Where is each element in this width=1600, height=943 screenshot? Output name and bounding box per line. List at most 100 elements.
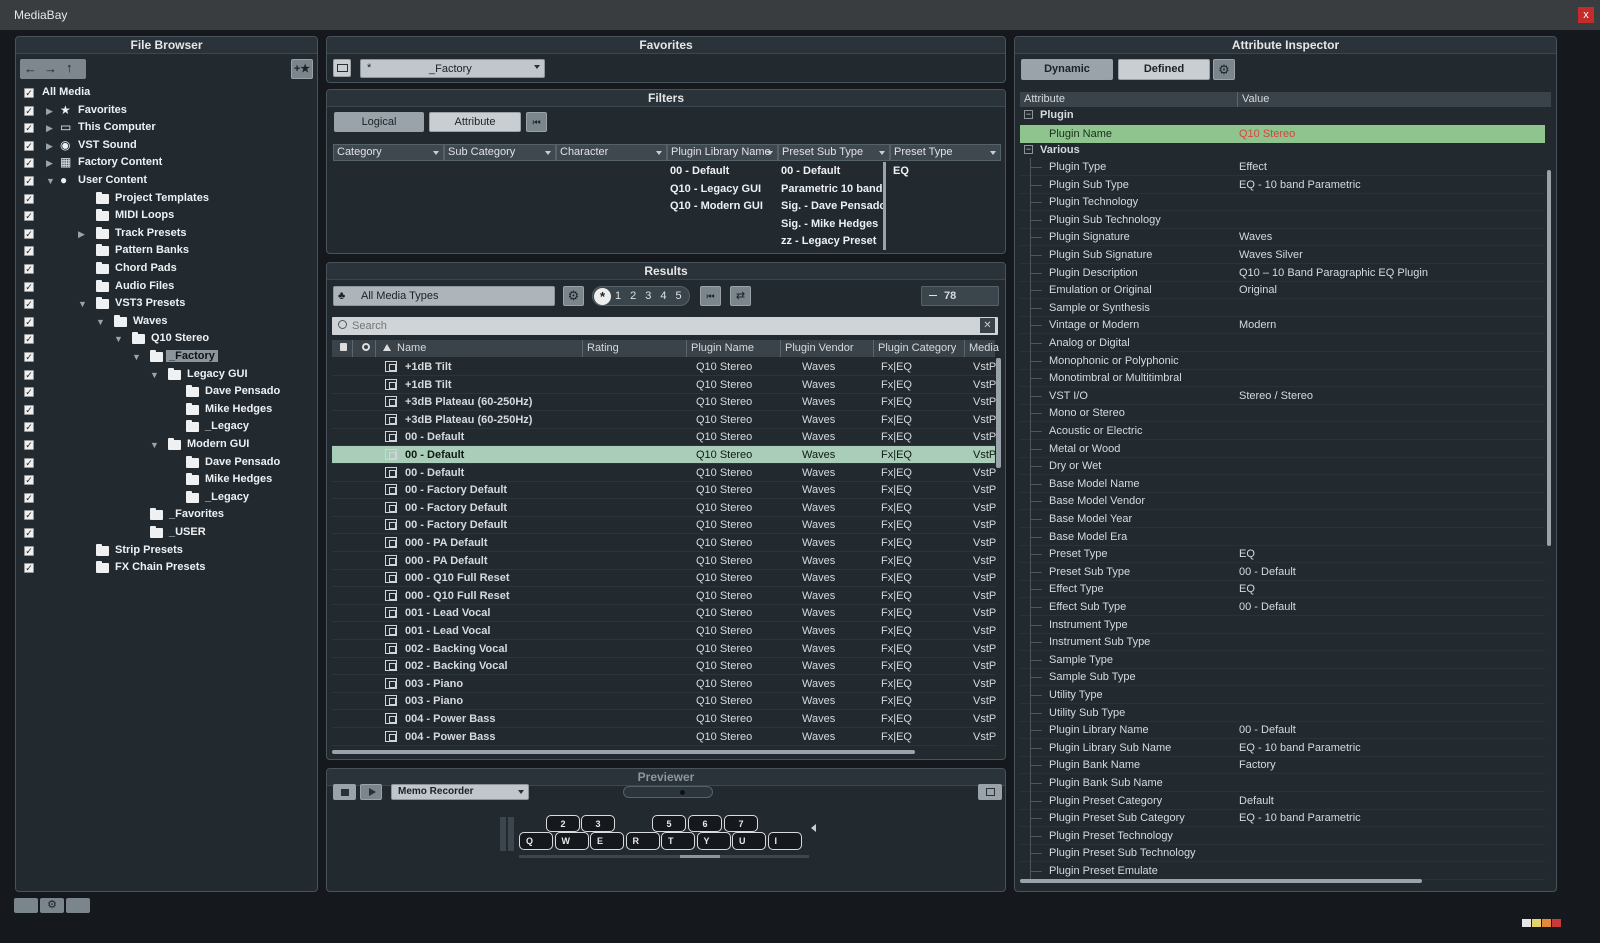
tree-item[interactable]: ✓ Dave Pensado xyxy=(16,383,316,401)
attribute-row[interactable]: Metal or Wood xyxy=(1020,439,1545,458)
tree-item[interactable]: ✓ Chord Pads xyxy=(16,260,316,278)
attribute-row[interactable]: Plugin Preset Technology xyxy=(1020,826,1545,845)
filter-value[interactable]: Q10 - Legacy GUI xyxy=(670,183,761,195)
back-arrow-icon[interactable]: ← xyxy=(24,61,37,76)
checkbox-icon[interactable]: ✓ xyxy=(24,492,34,503)
checkbox-icon[interactable]: ✓ xyxy=(24,440,34,450)
checkbox-icon[interactable]: ✓ xyxy=(24,88,34,98)
swatch-icon[interactable] xyxy=(1532,919,1541,927)
attribute-row[interactable]: Plugin Sub Signature Waves Silver xyxy=(1020,246,1545,264)
attribute-value[interactable]: EQ xyxy=(1239,548,1255,560)
expand-toggle-icon[interactable]: ▶ xyxy=(46,158,53,169)
filter-column-header[interactable]: Preset Type xyxy=(890,144,1001,161)
rating-filter[interactable]: * 12345 xyxy=(592,286,690,306)
keyboard-key-Y[interactable]: Y xyxy=(696,832,731,850)
checkbox-icon[interactable]: ✓ xyxy=(24,563,34,574)
filter-value[interactable]: 00 - Default xyxy=(781,165,840,177)
column-divider[interactable] xyxy=(964,340,965,357)
up-arrow-icon[interactable]: ↑ xyxy=(66,60,73,75)
checkbox-icon[interactable]: ✓ xyxy=(24,510,34,521)
attribute-row[interactable]: Analog or Digital xyxy=(1020,334,1545,352)
table-row[interactable]: +3dB Plateau (60-250Hz) Q10 Stereo Waves Fx… xyxy=(332,393,996,412)
attribute-value[interactable]: Modern xyxy=(1239,319,1276,331)
attribute-row[interactable]: Plugin Preset Sub Category EQ - 10 band P… xyxy=(1020,809,1545,828)
expand-toggle-icon[interactable]: ▶ xyxy=(46,141,53,152)
attribute-row[interactable]: Mono or Stereo xyxy=(1020,404,1545,423)
table-row[interactable]: 00 - Factory Default Q10 Stereo Waves Fx|EQ… xyxy=(332,516,996,535)
attribute-row[interactable]: Plugin Preset Category Default xyxy=(1020,791,1545,810)
tree-item[interactable]: ✓ ▶ ★ Favorites xyxy=(16,102,316,120)
keyboard-scroll-right-icon[interactable] xyxy=(811,824,816,832)
clear-search-icon[interactable]: ✕ xyxy=(980,318,995,333)
tree-item[interactable]: ✓ ▶ Track Presets xyxy=(16,225,316,243)
keyboard-key-5[interactable]: 5 xyxy=(652,815,686,832)
inspector-vscroll[interactable] xyxy=(1547,170,1551,546)
checkbox-icon[interactable]: ✓ xyxy=(24,404,34,415)
checkbox-icon[interactable]: ✓ xyxy=(24,316,34,327)
plugin-name-value[interactable]: Q10 Stereo xyxy=(1239,128,1295,140)
rating-4[interactable]: 4 xyxy=(660,290,666,302)
column-divider[interactable] xyxy=(873,340,874,357)
attribute-value[interactable]: 00 - Default xyxy=(1239,566,1296,578)
checkbox-icon[interactable]: ✓ xyxy=(24,299,34,310)
results-hscroll[interactable] xyxy=(332,750,915,754)
filter-value[interactable]: 00 - Default xyxy=(670,165,729,177)
results-column-header[interactable]: Plugin Category xyxy=(878,342,956,354)
checkbox-icon[interactable]: ✓ xyxy=(24,545,34,556)
attribute-value[interactable]: EQ - 10 band Parametric xyxy=(1239,179,1361,191)
checkbox-icon[interactable]: ✓ xyxy=(24,140,34,151)
swatch-icon[interactable] xyxy=(1552,919,1561,927)
filter-column-header[interactable]: Plugin Library Name xyxy=(667,144,778,161)
group-plugin[interactable]: − Plugin xyxy=(1020,107,1545,125)
table-row[interactable]: 000 - PA Default Q10 Stereo Waves Fx|EQ VstP xyxy=(332,534,996,552)
checkbox-icon[interactable]: ✓ xyxy=(24,457,34,468)
tree-item[interactable]: ✓ _USER xyxy=(16,524,316,542)
tree-item[interactable]: ✓ FX Chain Presets xyxy=(16,559,316,577)
table-row[interactable]: 002 - Backing Vocal Q10 Stereo Waves Fx|EQ V… xyxy=(332,657,996,676)
tab-logical[interactable]: Logical xyxy=(334,112,424,132)
rating-1[interactable]: 1 xyxy=(615,290,621,302)
attribute-value[interactable]: EQ - 10 band Parametric xyxy=(1239,742,1361,754)
attribute-row[interactable]: VST I/O Stereo / Stereo xyxy=(1020,386,1545,405)
keyboard-icon[interactable] xyxy=(66,898,90,913)
keyboard-key-I[interactable]: I xyxy=(767,832,802,850)
attribute-row[interactable]: Plugin Sub Technology xyxy=(1020,210,1545,229)
attribute-row[interactable]: Plugin Bank Name Factory xyxy=(1020,756,1545,775)
search-field[interactable]: ✕ xyxy=(332,317,998,335)
keyboard-key-Q[interactable]: Q xyxy=(519,832,553,850)
column-divider[interactable] xyxy=(352,340,353,357)
results-column-header[interactable]: Plugin Name xyxy=(691,342,754,354)
attribute-value[interactable]: Original xyxy=(1239,284,1277,296)
add-favorite-button[interactable]: +★ xyxy=(291,59,313,79)
swatch-icon[interactable] xyxy=(1522,919,1531,927)
keyboard-key-6[interactable]: 6 xyxy=(688,815,722,832)
tree-item[interactable]: ✓ ▼ _Factory xyxy=(16,348,316,366)
attribute-value[interactable]: Waves xyxy=(1239,231,1272,243)
keyboard-key-E[interactable]: E xyxy=(590,832,624,850)
attribute-value[interactable]: 00 - Default xyxy=(1239,601,1296,613)
tree-item[interactable]: ✓ ▼ ● User Content xyxy=(16,172,316,190)
checkbox-icon[interactable]: ✓ xyxy=(24,264,34,274)
attribute-row[interactable]: Sample Sub Type xyxy=(1020,668,1545,687)
rating-5[interactable]: 5 xyxy=(676,290,682,302)
filter-scrollbar[interactable] xyxy=(883,162,886,250)
attribute-row[interactable]: Instrument Sub Type xyxy=(1020,633,1545,652)
results-column-header[interactable]: Rating xyxy=(587,342,619,354)
favorites-dropdown[interactable]: * _Factory xyxy=(360,59,545,78)
attribute-row[interactable]: Plugin Technology xyxy=(1020,193,1545,212)
swatch-icon[interactable] xyxy=(1542,919,1551,927)
checkbox-icon[interactable]: ✓ xyxy=(24,528,34,538)
attribute-row[interactable]: Plugin Type Effect xyxy=(1020,158,1545,176)
table-row[interactable]: 000 - Q10 Full Reset Q10 Stereo Waves Fx|EQ… xyxy=(332,569,996,588)
attribute-row[interactable]: Plugin Preset Emulate xyxy=(1020,862,1545,880)
close-button[interactable]: x xyxy=(1578,7,1594,23)
tree-item[interactable]: ✓ ▼ Waves xyxy=(16,313,316,331)
table-row[interactable]: 00 - Default Q10 Stereo Waves Fx|EQ VstP xyxy=(332,446,996,464)
attribute-row[interactable]: Base Model Year xyxy=(1020,510,1545,528)
keyboard-key-R[interactable]: R xyxy=(625,832,660,850)
table-row[interactable]: 00 - Factory Default Q10 Stereo Waves Fx|EQ… xyxy=(332,481,996,500)
column-divider[interactable] xyxy=(686,340,687,357)
table-row[interactable]: 002 - Backing Vocal Q10 Stereo Waves Fx|EQ V… xyxy=(332,640,996,658)
checkbox-icon[interactable]: ✓ xyxy=(24,422,34,433)
results-column-header[interactable]: Media xyxy=(969,342,999,354)
